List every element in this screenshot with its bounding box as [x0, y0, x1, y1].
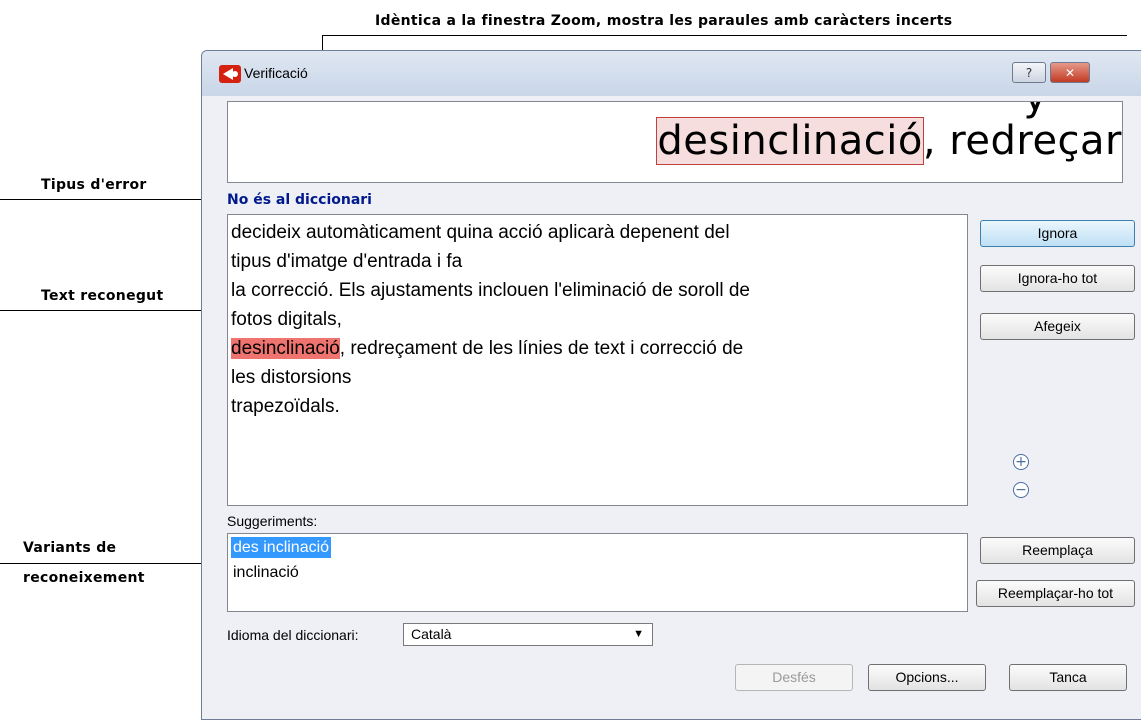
replace-all-button[interactable]: Reemplaçar-ho tot	[976, 580, 1135, 607]
callout-variants: reconeixement	[23, 570, 145, 586]
text-line-rest: , redreçament de les línies de text i co…	[339, 338, 744, 359]
text-line: desinclinació, redreçament de les línies…	[231, 336, 743, 362]
suggestions-label: Suggeriments:	[227, 513, 318, 529]
title-bar: Verificació ? ✕	[202, 51, 1141, 96]
zoom-preview: y desinclinació, redreçar	[227, 101, 1123, 183]
text-line: fotos digitals,	[231, 309, 342, 330]
dictionary-language-label: Idioma del diccionari:	[227, 627, 359, 643]
close-window-button[interactable]: ✕	[1050, 62, 1090, 83]
suggestion-item[interactable]: des inclinació	[231, 537, 332, 558]
suggestion-item[interactable]: inclinació	[231, 562, 301, 583]
zoom-uncertain-word: desinclinació	[656, 117, 924, 165]
help-button[interactable]: ?	[1012, 62, 1046, 83]
ignore-button[interactable]: Ignora	[980, 220, 1135, 247]
verification-dialog: Verificació ? ✕ y desinclinació, redreça…	[201, 50, 1141, 720]
callout-line	[0, 310, 228, 311]
add-to-dictionary-button[interactable]: Afegeix	[980, 313, 1135, 340]
text-line: tipus d'imatge d'entrada i fa	[231, 251, 463, 272]
text-line: les distorsions	[231, 367, 352, 388]
close-button[interactable]: Tanca	[1009, 664, 1127, 691]
app-logo-icon	[219, 65, 241, 83]
callout-error-type: Tipus d'error	[41, 177, 147, 193]
callout-zoom-note: Idèntica a la finestra Zoom, mostra les …	[375, 13, 953, 29]
text-line: trapezoïdals.	[231, 396, 340, 417]
text-line: decideix automàticament quina acció apli…	[231, 222, 730, 243]
zoom-in-icon[interactable]: +	[1013, 454, 1029, 470]
callout-line	[322, 35, 1127, 36]
text-line: la correcció. Els ajustaments inclouen l…	[231, 280, 750, 301]
callout-line	[0, 199, 224, 200]
recognized-text-pane[interactable]: decideix automàticament quina acció apli…	[227, 214, 968, 506]
replace-button[interactable]: Reemplaça	[980, 537, 1135, 564]
uncertain-word-highlight: desinclinació	[231, 338, 340, 359]
dropdown-arrow-icon: ▼	[633, 628, 644, 640]
zoom-text: desinclinació, redreçar	[656, 117, 1122, 165]
error-type-label: No és al diccionari	[227, 192, 372, 208]
callout-line	[0, 563, 232, 564]
dictionary-language-value: Català	[411, 626, 452, 642]
options-button[interactable]: Opcions...	[868, 664, 986, 691]
ignore-all-button[interactable]: Ignora-ho tot	[980, 265, 1135, 292]
undo-button[interactable]: Desfés	[735, 664, 853, 691]
callout-recognized-text: Text reconegut	[41, 288, 164, 304]
zoom-rest-text: , redreçar	[922, 118, 1122, 164]
zoom-out-icon[interactable]: −	[1013, 482, 1029, 498]
window-title: Verificació	[244, 65, 308, 81]
suggestions-list[interactable]: des inclinació inclinació	[227, 533, 968, 612]
dictionary-language-select[interactable]: Català ▼	[403, 623, 653, 646]
callout-variants: Variants de	[23, 540, 117, 556]
